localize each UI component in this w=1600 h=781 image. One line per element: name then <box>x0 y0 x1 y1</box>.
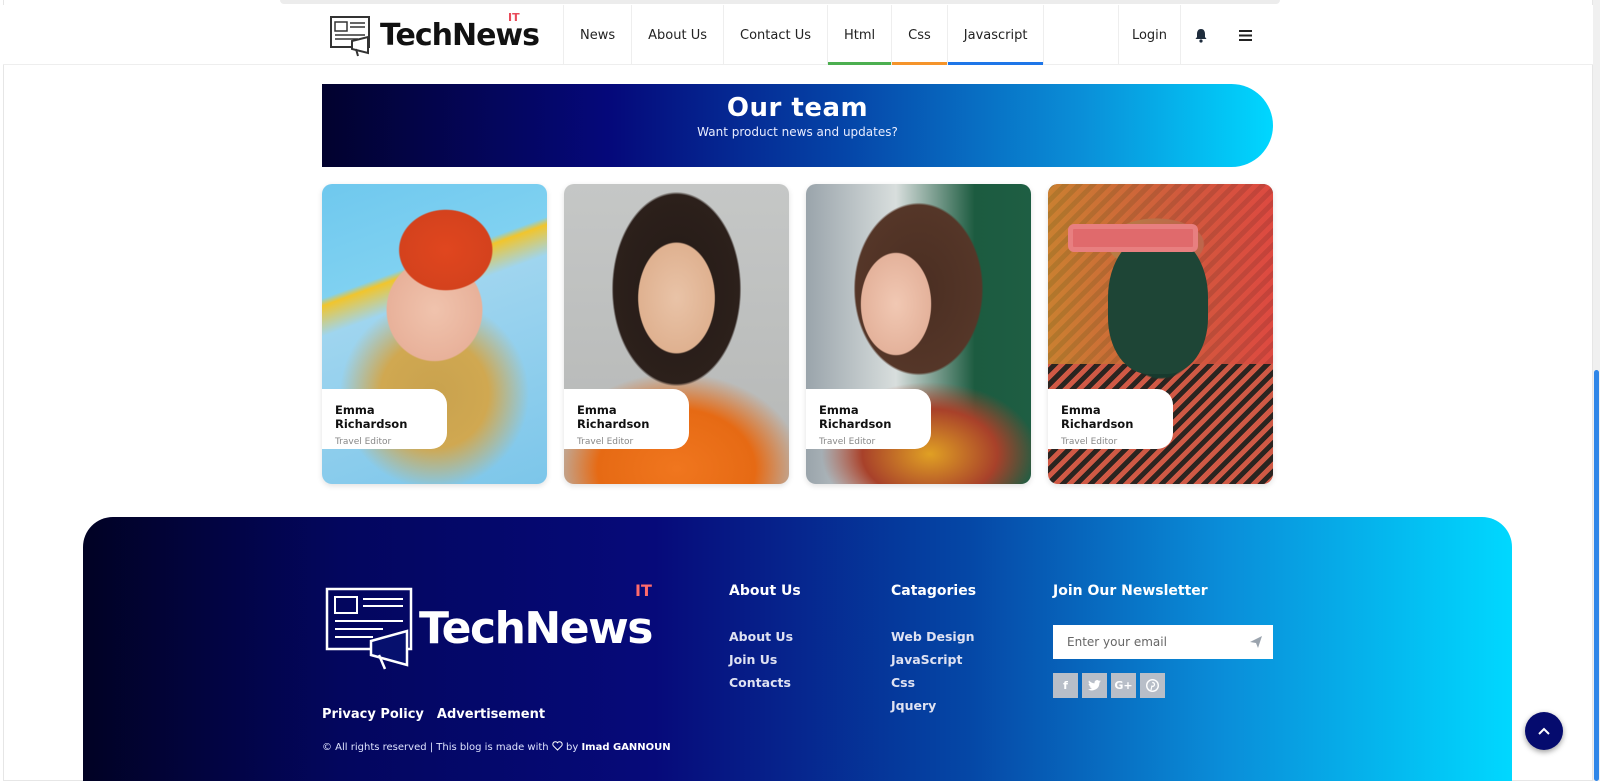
footer-about-column: About Us About Us Join Us Contacts <box>729 583 801 698</box>
nav-item-label: About Us <box>648 27 707 43</box>
nav-item-label: News <box>580 27 616 43</box>
team-member-name: Emma Richardson <box>819 403 892 431</box>
paper-plane-icon <box>1250 636 1262 648</box>
footer-about-link[interactable]: About Us <box>729 629 801 644</box>
back-to-top-button[interactable] <box>1525 712 1563 750</box>
footer-logo-text: TechNews <box>419 602 653 654</box>
footer-category-link[interactable]: Css <box>891 675 976 690</box>
nav-item-html[interactable]: Html <box>827 5 892 65</box>
team-cards: Emma Richardson Travel Editor Emma Richa… <box>322 184 1273 484</box>
team-member-role: Travel Editor <box>577 437 634 447</box>
team-member-name: Emma Richardson <box>335 403 408 431</box>
nav-item-about-us[interactable]: About Us <box>631 5 723 65</box>
footer-about-link[interactable]: Contacts <box>729 675 801 690</box>
header-actions: Login <box>1118 5 1270 65</box>
site-footer: TechNews IT Privacy Policy Advertisement… <box>83 517 1512 781</box>
nav-item-label: Contact Us <box>740 27 811 43</box>
footer-logo-superscript: IT <box>635 581 652 600</box>
menu-button[interactable] <box>1220 5 1270 65</box>
newsletter-email-input[interactable] <box>1067 635 1237 649</box>
newspaper-logo-icon <box>325 587 413 670</box>
team-card-label: Emma Richardson Travel Editor <box>806 389 931 449</box>
chevron-up-icon <box>1538 727 1550 735</box>
pinterest-icon[interactable] <box>1140 673 1165 698</box>
team-card[interactable]: Emma Richardson Travel Editor <box>564 184 789 484</box>
nav-item-underline <box>947 62 1044 65</box>
team-card[interactable]: Emma Richardson Travel Editor <box>1048 184 1273 484</box>
team-card-label: Emma Richardson Travel Editor <box>1048 389 1173 449</box>
page-scrollbar[interactable] <box>1593 0 1600 781</box>
nav-item-css[interactable]: Css <box>891 5 947 65</box>
nav-item-news[interactable]: News <box>563 5 631 65</box>
team-member-role: Travel Editor <box>819 437 876 447</box>
team-card[interactable]: Emma Richardson Travel Editor <box>322 184 547 484</box>
nav-item-label: Javascript <box>963 27 1028 43</box>
menu-icon <box>1238 29 1252 41</box>
nav-item-label: Html <box>844 27 876 43</box>
copyright-author[interactable]: Imad GANNOUN <box>581 742 670 753</box>
newsletter: Join Our Newsletter f G+ <box>1053 583 1273 698</box>
card-sunglasses <box>1068 224 1198 252</box>
copyright-by: by <box>566 742 579 753</box>
footer-about-link[interactable]: Join Us <box>729 652 801 667</box>
top-edge <box>280 0 1280 4</box>
privacy-policy-link[interactable]: Privacy Policy <box>322 707 424 722</box>
footer-about-title: About Us <box>729 583 801 599</box>
copyright: © All rights reserved | This blog is mad… <box>322 741 671 753</box>
nav-item-underline <box>828 62 892 65</box>
social-links: f G+ <box>1053 673 1165 698</box>
twitter-bird-icon <box>1088 680 1101 691</box>
login-link[interactable]: Login <box>1118 5 1180 65</box>
team-member-name: Emma Richardson <box>1061 403 1134 431</box>
footer-category-link[interactable]: Web Design <box>891 629 976 644</box>
newsletter-form <box>1053 625 1273 659</box>
google-plus-icon[interactable]: G+ <box>1111 673 1136 698</box>
team-card-label: Emma Richardson Travel Editor <box>564 389 689 449</box>
twitter-icon[interactable] <box>1082 673 1107 698</box>
team-member-role: Travel Editor <box>1061 437 1118 447</box>
newsletter-submit-button[interactable] <box>1249 634 1263 653</box>
login-label: Login <box>1131 27 1168 43</box>
footer-category-link[interactable]: JavaScript <box>891 652 976 667</box>
team-member-role: Travel Editor <box>335 437 392 447</box>
team-banner: Our team Want product news and updates? <box>322 84 1273 167</box>
copyright-text: © All rights reserved | This blog is mad… <box>322 742 549 753</box>
newsletter-title: Join Our Newsletter <box>1053 583 1208 599</box>
nav-item-javascript[interactable]: Javascript <box>946 5 1045 65</box>
footer-legal-links: Privacy Policy Advertisement <box>322 707 545 722</box>
nav-item-underline <box>892 62 947 65</box>
logo-superscript: IT <box>508 11 520 24</box>
nav-item-label: Css <box>908 27 931 43</box>
newspaper-logo-icon <box>330 16 370 57</box>
heart-icon <box>552 741 563 751</box>
pinterest-logo-icon <box>1146 679 1159 692</box>
scrollbar-thumb[interactable] <box>1594 370 1599 781</box>
nav-item-contact-us[interactable]: Contact Us <box>723 5 827 65</box>
advertisement-link[interactable]: Advertisement <box>437 707 545 722</box>
footer-categories-title: Catagories <box>891 583 977 599</box>
card-figure <box>1108 234 1208 374</box>
bell-icon <box>1195 28 1206 43</box>
footer-categories-column: Catagories Web Design JavaScript Css Jqu… <box>891 583 976 721</box>
team-card-label: Emma Richardson Travel Editor <box>322 389 447 449</box>
facebook-icon[interactable]: f <box>1053 673 1078 698</box>
team-card[interactable]: Emma Richardson Travel Editor <box>806 184 1031 484</box>
team-subtitle: Want product news and updates? <box>697 125 898 139</box>
team-member-name: Emma Richardson <box>577 403 650 431</box>
footer-logo[interactable]: TechNews IT <box>323 581 653 671</box>
main-nav: News About Us Contact Us Html Css Javascript <box>563 5 1045 65</box>
site-logo[interactable]: TechNews IT <box>328 11 540 57</box>
footer-category-link[interactable]: Jquery <box>891 698 976 713</box>
notifications-button[interactable] <box>1180 5 1220 65</box>
team-title: Our team <box>726 93 869 123</box>
